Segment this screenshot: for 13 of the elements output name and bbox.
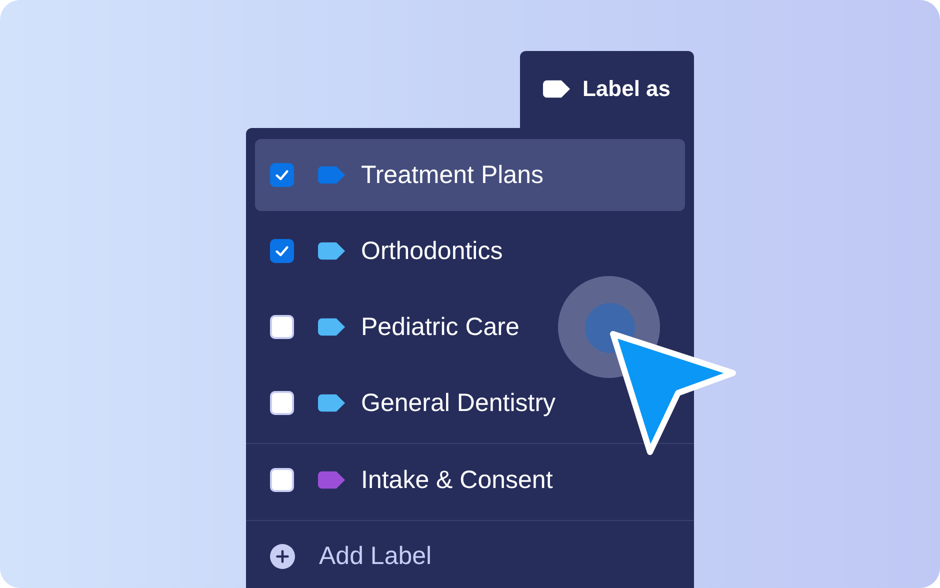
label-item[interactable]: Intake & Consent <box>255 444 685 516</box>
label-item[interactable]: Treatment Plans <box>255 139 685 211</box>
checkmark-icon <box>274 167 290 183</box>
label-item[interactable]: Orthodontics <box>255 215 685 287</box>
menu-title: Label as <box>582 76 671 102</box>
checkbox[interactable] <box>270 163 294 187</box>
tag-icon <box>543 80 570 98</box>
add-icon <box>270 544 295 569</box>
label-item[interactable]: Pediatric Care <box>255 291 685 363</box>
add-label-button[interactable]: Add Label <box>246 521 694 588</box>
label-item[interactable]: General Dentistry <box>255 367 685 439</box>
checkmark-icon <box>274 243 290 259</box>
checkbox[interactable] <box>270 239 294 263</box>
